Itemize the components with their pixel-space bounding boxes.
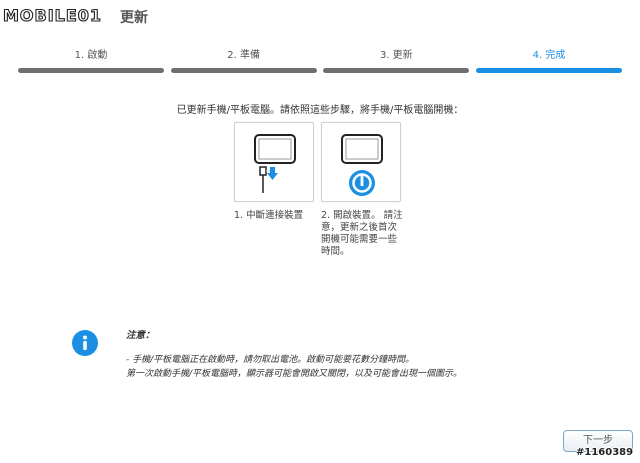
step-1-caption: 1. 中斷連接裝置 — [234, 210, 304, 221]
step-complete: 4. 完成 — [475, 48, 622, 76]
power-on-device-panel — [321, 122, 401, 202]
note-title: 注意： — [126, 330, 155, 341]
step-label: 3. 更新 — [379, 50, 413, 61]
svg-text:MOBILE01: MOBILE01 — [3, 6, 102, 25]
step-start: 1. 啟動 — [18, 48, 164, 76]
step-progress-bar — [18, 68, 164, 73]
progress-steps: 1. 啟動 2. 準備 3. 更新 4. 完成 — [18, 48, 622, 76]
step-progress-bar — [475, 68, 622, 73]
power-on-device-icon — [341, 134, 383, 196]
step-label: 2. 準備 — [227, 50, 261, 61]
header: MOBILE01 更新 — [0, 0, 640, 34]
step-progress-bar — [323, 68, 470, 73]
page-title: 更新 — [120, 10, 148, 26]
step-prepare: 2. 準備 — [170, 48, 317, 76]
step-label: 4. 完成 — [532, 50, 566, 61]
instruction-text: 已更新手機/平板電腦。請依照這些步驟，將手機/平板電腦開機： — [176, 105, 464, 116]
note-line: 第一次啟動手機/平板電腦時，顯示器可能會開啟又關閉，以及可能會出現一個圖示。 — [126, 369, 463, 379]
step-label: 1. 啟動 — [74, 50, 108, 61]
step-progress-bar — [170, 68, 317, 73]
step-2-caption: 2. 開啟裝置。 請注意，更新之後首次開機可能需要一些時間。 — [321, 210, 403, 257]
note-line: - 手機/平板電腦正在啟動時，請勿取出電池。啟動可能要花數分鐘時間。 — [126, 355, 415, 365]
disconnect-device-panel — [234, 122, 314, 202]
step-update: 3. 更新 — [323, 48, 470, 76]
watermark-id: #1160389 — [576, 447, 634, 458]
info-icon — [72, 330, 98, 356]
disconnect-device-icon — [254, 134, 296, 193]
